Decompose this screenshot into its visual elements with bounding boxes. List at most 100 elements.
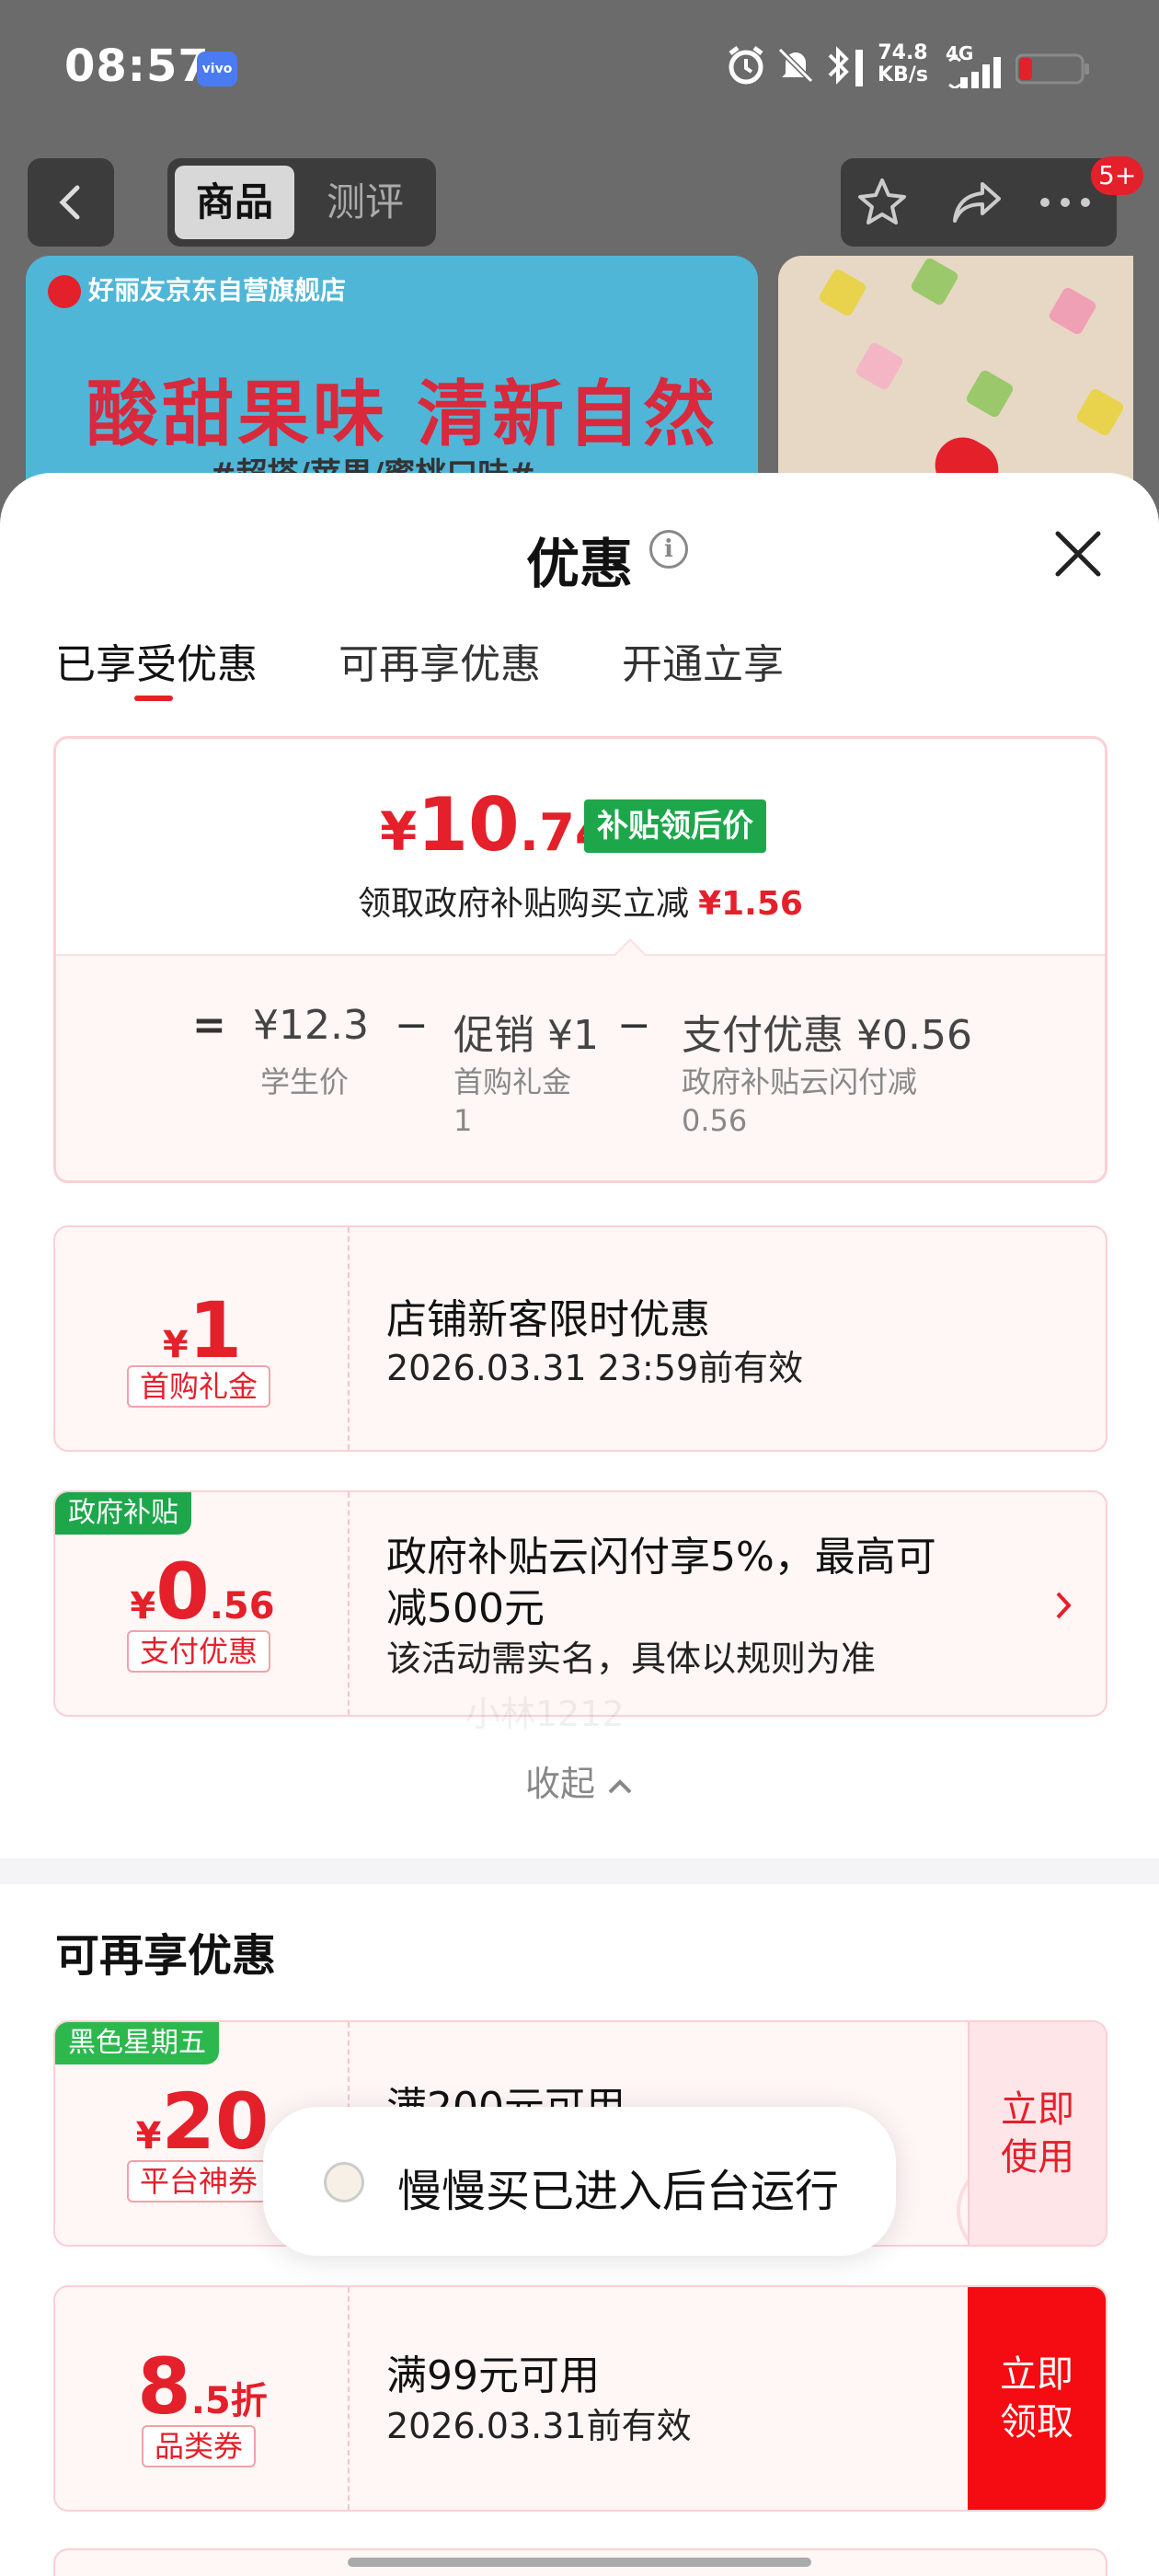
price-currency: ¥ <box>380 800 418 863</box>
coupon-amount: ¥1 <box>55 1292 350 1369</box>
network-speed: 74.8 KB/s <box>878 42 928 86</box>
coupon-amount-value: 8 <box>137 2341 191 2432</box>
coupon-left: 8.5折 品类券 <box>55 2287 350 2510</box>
minus-sign: − <box>395 1002 429 1049</box>
black-friday-tag: 黑色星期五 <box>55 2022 219 2064</box>
price-integer: 10 <box>417 782 520 868</box>
candy-shape <box>909 256 960 307</box>
store-name: 好丽友京东自营旗舰店 <box>48 270 346 308</box>
coupon-left: 政府补贴 ¥0.56 支付优惠 <box>55 1492 350 1715</box>
signal-bar-icon <box>855 50 863 86</box>
coupon-amount-value: 20 <box>161 2076 270 2167</box>
candy-shape <box>1047 285 1098 337</box>
sheet-title: 优惠 <box>525 533 633 595</box>
coupon-type: 平台神券 <box>127 2160 271 2202</box>
discount-sheet: 优惠 i 已享受优惠 可再享优惠 开通立享 ¥10.74 补贴领后价 领取政府补… <box>0 473 1159 2576</box>
banner-slogan: 酸甜果味 清新自然 <box>86 374 719 456</box>
claim-now-label: 立即 领取 <box>1000 2351 1073 2446</box>
use-now-line1: 立即 <box>1001 2088 1074 2131</box>
price-summary-card: ¥10.74 补贴领后价 领取政府补贴购买立减 ¥1.56 = ¥12.3 学生价… <box>53 736 1107 1183</box>
speed-unit: KB/s <box>878 63 928 86</box>
coupon-amount: 8.5折 <box>55 2348 350 2425</box>
close-icon[interactable] <box>1049 524 1107 583</box>
subsidy-price-tag: 补贴领后价 <box>584 799 766 853</box>
section-title-more-discounts: 可再享优惠 <box>55 1930 277 1982</box>
coupon-right: 店铺新客限时优惠 2026.03.31 23:59前有效 <box>386 1227 1106 1450</box>
coupon-type: 支付优惠 <box>127 1630 271 1673</box>
coupon-currency: ¥ <box>130 1585 156 1627</box>
breakdown-student-price: ¥12.3 <box>253 1002 369 1049</box>
coupon-validity: 2026.03.31 23:59前有效 <box>386 1348 804 1388</box>
cart-badge: 5+ <box>1091 156 1144 195</box>
gov-subsidy-line: 领取政府补贴购买立减 ¥1.56 <box>56 877 1105 925</box>
status-time: 08:57 <box>64 40 210 92</box>
speed-value: 74.8 <box>878 41 928 64</box>
claim-now-button[interactable]: 立即 领取 <box>968 2287 1106 2510</box>
coupon-rule: 该活动需实名，具体以规则为准 <box>386 1639 877 1679</box>
more-icon[interactable] <box>1038 193 1093 212</box>
battery-icon <box>1016 53 1089 85</box>
gov-subsidy-amount: ¥1.56 <box>698 885 803 923</box>
share-icon[interactable] <box>951 178 1004 226</box>
breakdown-promo: 促销 ¥1 <box>453 1012 599 1059</box>
tab-applied-discounts[interactable]: 已享受优惠 <box>55 631 258 690</box>
collapse-button[interactable]: 收起 <box>0 1755 1159 1806</box>
coupon-category: 8.5折 品类券 满99元可用 2026.03.31前有效 立即 领取 <box>53 2285 1107 2512</box>
use-now-line2: 使用 <box>1001 2136 1074 2179</box>
collapse-label: 收起 <box>524 1764 595 1804</box>
breakdown-promo-label: 首购礼金 <box>453 1064 572 1099</box>
user-watermark: 小林1212 <box>465 1694 625 1734</box>
product-review-switch: 商品 测评 <box>167 158 436 247</box>
section-divider <box>0 1858 1159 1884</box>
top-nav: 商品 测评 <box>0 158 1159 250</box>
coupon-currency: ¥ <box>162 1324 189 1366</box>
candy-shape <box>964 368 1016 420</box>
action-group <box>841 158 1117 247</box>
coupon-amount-decimal: .5折 <box>190 2380 268 2422</box>
breakdown-student-label: 学生价 <box>260 1064 350 1099</box>
price-breakdown <box>56 954 1105 1180</box>
coupon-validity: 2026.03.31前有效 <box>386 2406 692 2446</box>
star-icon[interactable] <box>855 177 909 228</box>
tab-membership-discounts[interactable]: 开通立享 <box>622 631 784 690</box>
alarm-icon <box>729 46 763 85</box>
coupon-amount-value: 1 <box>188 1285 243 1375</box>
app-icon <box>324 2162 364 2202</box>
tab-review[interactable]: 测评 <box>302 166 429 239</box>
breakdown-payment-sub: 0.56 <box>682 1103 748 1138</box>
gov-subsidy-text: 领取政府补贴购买立减 <box>358 885 690 923</box>
coupon-type: 首购礼金 <box>127 1365 271 1408</box>
store-name-text: 好丽友京东自营旗舰店 <box>88 275 347 305</box>
use-now-label: 立即 使用 <box>1001 2086 1074 2181</box>
info-icon[interactable]: i <box>649 530 688 569</box>
candy-shape <box>854 340 905 392</box>
coupon-title-line2: 减500元 <box>386 1585 545 1632</box>
breakdown-payment-label: 政府补贴云闪付减 <box>682 1064 918 1099</box>
background-toast: 慢慢买已进入后台运行 <box>263 2107 896 2256</box>
back-button[interactable] <box>28 158 114 247</box>
coupon-type: 品类券 <box>142 2425 257 2467</box>
coupon-title: 店铺新客限时优惠 <box>386 1296 710 1343</box>
coupon-first-purchase: ¥1 首购礼金 店铺新客限时优惠 2026.03.31 23:59前有效 <box>53 1225 1107 1452</box>
final-price: ¥10.74 <box>380 788 611 862</box>
tab-more-discounts[interactable]: 可再享优惠 <box>339 631 541 690</box>
home-indicator[interactable] <box>348 2558 811 2567</box>
vivo-icon: vivo <box>197 52 237 86</box>
tab-product[interactable]: 商品 <box>175 166 294 239</box>
chevron-up-icon <box>608 1779 632 1794</box>
breakdown-promo-sub: 1 <box>453 1103 473 1138</box>
chevron-right-icon[interactable] <box>1052 1590 1074 1621</box>
candy-shape <box>1074 386 1126 438</box>
store-logo-icon <box>48 275 81 308</box>
coupon-right: 政府补贴云闪付享5%，最高可 减500元 该活动需实名，具体以规则为准 <box>386 1492 1106 1715</box>
coupon-amount: ¥0.56 <box>55 1553 350 1630</box>
signal-icon <box>948 57 1001 88</box>
coupon-gov-subsidy[interactable]: 政府补贴 ¥0.56 支付优惠 政府补贴云闪付享5%，最高可 减500元 该活动… <box>53 1490 1107 1717</box>
mute-icon <box>777 47 814 84</box>
coupon-currency: ¥ <box>135 2115 162 2157</box>
tab-active-indicator <box>134 696 173 701</box>
use-now-button[interactable]: 立即 使用 <box>968 2022 1106 2245</box>
coupon-amount-decimal: .56 <box>209 1585 275 1627</box>
coupon-amount-value: 0 <box>155 1547 210 1637</box>
claim-now-line2: 领取 <box>1000 2401 1073 2444</box>
